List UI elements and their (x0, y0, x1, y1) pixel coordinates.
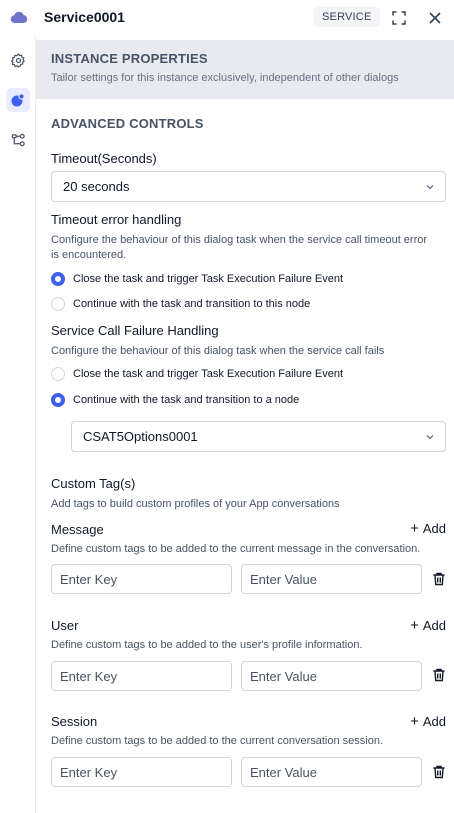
user-key-input[interactable] (51, 661, 232, 691)
timeout-select[interactable]: 20 seconds (51, 171, 446, 202)
user-tags-label: User (51, 618, 79, 633)
banner-title: INSTANCE PROPERTIES (51, 51, 208, 66)
panel-header: Service0001 SERVICE (0, 0, 454, 36)
timeout-error-label: Timeout error handling (51, 212, 182, 227)
message-tags-label: Message (51, 522, 104, 537)
chevron-down-icon (426, 435, 434, 440)
add-user-tag-button[interactable]: + Add (410, 618, 446, 633)
failure-node-select[interactable]: CSAT5Options0001 (71, 421, 446, 452)
properties-panel: INSTANCE PROPERTIES Tailor settings for … (36, 36, 454, 813)
instance-properties-banner: INSTANCE PROPERTIES Tailor settings for … (36, 40, 454, 99)
message-key-input[interactable] (51, 564, 232, 594)
timeout-label: Timeout(Seconds) (51, 151, 157, 166)
panel-title: Service0001 (44, 9, 125, 25)
failure-handling-label: Service Call Failure Handling (51, 323, 219, 338)
plus-icon: + (410, 713, 419, 730)
user-tags-help: Define custom tags to be added to the us… (51, 639, 363, 651)
user-value-input[interactable] (241, 661, 422, 691)
rail-item-instance[interactable] (6, 88, 30, 112)
timeout-option-continue[interactable]: Continue with the task and transition to… (51, 295, 310, 313)
failure-handling-help: Configure the behaviour of this dialog t… (51, 345, 385, 357)
radio-unselected[interactable] (51, 367, 65, 381)
trash-icon[interactable] (431, 667, 447, 683)
failure-option-continue[interactable]: Continue with the task and transition to… (51, 391, 299, 409)
instance-icon (11, 93, 25, 107)
chevron-down-icon (426, 185, 434, 190)
rail-item-connections[interactable] (6, 128, 30, 152)
session-tags-label: Session (51, 714, 98, 729)
type-badge: SERVICE (314, 7, 380, 27)
failure-node-value: CSAT5Options0001 (83, 429, 198, 444)
failure-option-close[interactable]: Close the task and trigger Task Executio… (51, 365, 343, 383)
session-key-input[interactable] (51, 757, 232, 787)
plus-icon: + (410, 617, 419, 634)
connections-icon (11, 133, 25, 146)
expand-button[interactable] (389, 8, 409, 28)
banner-subtitle: Tailor settings for this instance exclus… (51, 72, 399, 84)
close-icon (429, 12, 441, 24)
trash-icon[interactable] (431, 571, 447, 587)
timeout-value: 20 seconds (63, 179, 130, 194)
cloud-icon (10, 11, 28, 23)
custom-tags-title: Custom Tag(s) (51, 476, 136, 491)
radio-selected[interactable] (51, 393, 65, 407)
session-tags-help: Define custom tags to be added to the cu… (51, 735, 384, 747)
timeout-error-help: Configure the behaviour of this dialog t… (51, 234, 428, 261)
timeout-option-close[interactable]: Close the task and trigger Task Executio… (51, 270, 343, 288)
trash-icon[interactable] (431, 764, 447, 780)
advanced-controls-title: ADVANCED CONTROLS (51, 116, 204, 131)
gear-icon (10, 52, 25, 68)
session-value-input[interactable] (241, 757, 422, 787)
radio-unselected[interactable] (51, 297, 65, 311)
plus-icon: + (410, 520, 419, 537)
add-message-tag-button[interactable]: + Add (410, 521, 446, 536)
expand-icon (392, 11, 406, 25)
radio-selected[interactable] (51, 272, 65, 286)
custom-tags-help: Add tags to build custom profiles of you… (51, 498, 340, 510)
add-session-tag-button[interactable]: + Add (410, 714, 446, 729)
rail-item-settings[interactable] (6, 48, 30, 72)
message-tags-help: Define custom tags to be added to the cu… (51, 543, 421, 555)
close-button[interactable] (425, 8, 445, 28)
message-value-input[interactable] (241, 564, 422, 594)
side-rail (0, 36, 36, 813)
